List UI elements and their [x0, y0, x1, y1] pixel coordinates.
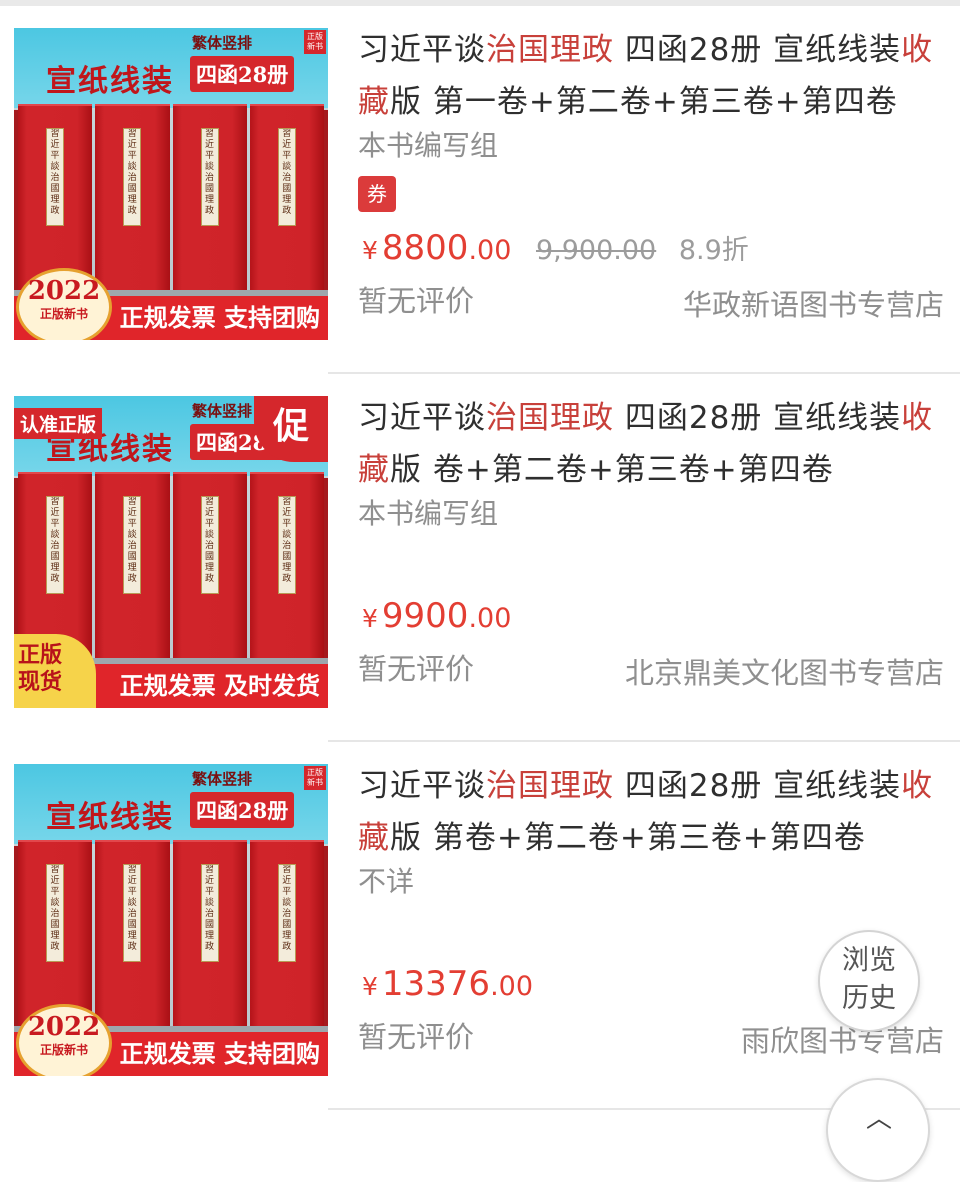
year-subtext: 正版新书 — [39, 1043, 88, 1057]
product-info: 习近平谈治国理政 四函28册 宣纸线装收藏版 卷+第二卷+第三卷+第四卷 本书编… — [358, 392, 948, 690]
image-subhead: 繁体竖排 — [192, 770, 253, 788]
product-image[interactable]: 繁体竖排 宣纸线装 四函28册 正版新书 習近平談治國理政 習近平談治國理政 習… — [14, 28, 328, 340]
title-text: 习近平谈 — [358, 32, 486, 68]
title-text: 版 第卷+第二卷+第三卷+第四卷 — [390, 820, 866, 856]
product-info: 习近平谈治国理政 四函28册 宣纸线装收藏版 第卷+第二卷+第三卷+第四卷 不详… — [358, 760, 948, 1058]
book-box: 習近平談治國理政 — [95, 840, 170, 1026]
product-info: 习近平谈治国理政 四函28册 宣纸线装收藏版 第一卷+第二卷+第三卷+第四卷 本… — [358, 24, 948, 322]
year-text: 2022 — [27, 1012, 101, 1042]
year-badge: 2022 正版新书 — [16, 1004, 112, 1076]
product-card[interactable]: 繁体竖排 宣纸线装 四函28册 正版新书 習近平談治國理政 習近平談治國理政 習… — [0, 6, 960, 374]
image-title: 宣纸线装 — [46, 800, 174, 835]
price-integer: 8800 — [381, 228, 469, 268]
product-card[interactable]: 繁体竖排 宣纸线装 四函28册 认准正版 促 習近平談治國理政 習近平談治國理政… — [0, 374, 960, 742]
spine-label: 習近平談治國理政 — [123, 128, 142, 226]
book-boxes: 習近平談治國理政 習近平談治國理政 習近平談治國理政 習近平談治國理政 — [18, 840, 324, 1026]
spine-label: 習近平談治國理政 — [277, 496, 296, 594]
spine-label: 習近平談治國理政 — [123, 864, 142, 962]
book-box: 習近平談治國理政 — [172, 840, 247, 1026]
title-highlight: 治国理政 — [486, 768, 614, 804]
book-box: 習近平談治國理政 — [249, 104, 324, 290]
year-badge: 2022 正版新书 — [16, 268, 112, 340]
product-image[interactable]: 繁体竖排 宣纸线装 四函28册 正版新书 習近平談治國理政 習近平談治國理政 習… — [14, 764, 328, 1076]
book-box: 習近平談治國理政 — [18, 104, 93, 290]
product-title[interactable]: 习近平谈治国理政 四函28册 宣纸线装收藏版 第一卷+第二卷+第三卷+第四卷 — [358, 24, 948, 128]
price-line: ¥8800.00 9,900.00 8.9折 — [362, 228, 749, 268]
price-decimal: .00 — [468, 235, 512, 266]
review-status: 暂无评价 — [358, 652, 475, 686]
title-text: 版 卷+第二卷+第三卷+第四卷 — [390, 452, 834, 488]
year-text: 2022 — [27, 276, 101, 306]
currency-symbol: ¥ — [362, 236, 378, 265]
book-box: 習近平談治國理政 — [249, 472, 324, 658]
currency-symbol: ¥ — [362, 972, 378, 1001]
coupon-badge: 券 — [358, 176, 396, 212]
book-box: 習近平談治國理政 — [172, 472, 247, 658]
spine-label: 習近平談治國理政 — [123, 496, 142, 594]
review-status: 暂无评价 — [358, 1020, 475, 1054]
image-title: 宣纸线装 — [46, 64, 174, 99]
price-integer: 9900 — [381, 596, 469, 636]
spine-label: 習近平談治國理政 — [46, 496, 64, 594]
price-integer: 13376 — [381, 964, 491, 1004]
image-corner-tag: 正版新书 — [304, 30, 326, 54]
product-title[interactable]: 习近平谈治国理政 四函28册 宣纸线装收藏版 第卷+第二卷+第三卷+第四卷 — [358, 760, 948, 864]
product-author: 本书编写组 — [358, 497, 499, 530]
spine-label: 習近平談治國理政 — [46, 128, 64, 226]
image-subhead: 繁体竖排 — [192, 402, 253, 420]
title-text: 四函28册 宣纸线装 — [614, 400, 902, 436]
shop-name[interactable]: 华政新语图书专营店 — [683, 282, 944, 324]
image-corner-tag: 正版新书 — [304, 766, 326, 790]
title-highlight: 治国理政 — [486, 32, 614, 68]
spine-label: 習近平談治國理政 — [277, 864, 296, 962]
image-subhead: 繁体竖排 — [192, 34, 253, 52]
book-boxes: 習近平談治國理政 習近平談治國理政 習近平談治國理政 習近平談治國理政 — [18, 104, 324, 290]
spine-label: 習近平談治國理政 — [200, 128, 219, 226]
book-boxes: 習近平談治國理政 習近平談治國理政 習近平談治國理政 習近平談治國理政 — [18, 472, 324, 658]
book-box: 習近平談治國理政 — [172, 104, 247, 290]
title-text: 版 第一卷+第二卷+第三卷+第四卷 — [390, 84, 898, 120]
spine-label: 習近平談治國理政 — [200, 496, 219, 594]
price-decimal: .00 — [490, 971, 534, 1002]
product-card[interactable]: 繁体竖排 宣纸线装 四函28册 正版新书 習近平談治國理政 習近平談治國理政 習… — [0, 742, 960, 1110]
book-box: 習近平談治國理政 — [249, 840, 324, 1026]
arrow-up-icon: ︿ — [866, 1104, 893, 1134]
browse-history-button[interactable]: 浏览 历史 — [818, 930, 920, 1032]
product-author: 不详 — [358, 865, 415, 898]
title-highlight: 治国理政 — [486, 400, 614, 436]
title-text: 四函28册 宣纸线装 — [614, 32, 902, 68]
currency-symbol: ¥ — [362, 604, 378, 633]
year-subtext: 正版新书 — [39, 307, 88, 321]
title-text: 四函28册 宣纸线装 — [614, 768, 902, 804]
back-to-top-button[interactable]: ︿ — [826, 1078, 930, 1182]
original-price: 9,900.00 — [535, 235, 657, 266]
book-box: 習近平談治國理政 — [95, 104, 170, 290]
price-decimal: .00 — [468, 603, 512, 634]
product-title[interactable]: 习近平谈治国理政 四函28册 宣纸线装收藏版 卷+第二卷+第三卷+第四卷 — [358, 392, 948, 496]
book-box: 習近平談治國理政 — [95, 472, 170, 658]
image-badge: 四函28册 — [190, 792, 295, 828]
image-badge: 四函28册 — [190, 56, 295, 92]
price-line: ¥9900.00 — [362, 596, 511, 636]
book-box: 習近平談治國理政 — [18, 840, 93, 1026]
spine-label: 習近平談治國理政 — [200, 864, 219, 962]
price-line: ¥13376.00 — [362, 964, 533, 1004]
book-box: 習近平談治國理政 — [18, 472, 93, 658]
spine-label: 習近平談治國理政 — [277, 128, 296, 226]
shop-name[interactable]: 北京鼎美文化图书专营店 — [625, 650, 944, 692]
in-stock-badge: 正版 现货 — [14, 634, 96, 708]
review-status: 暂无评价 — [358, 284, 475, 318]
authentic-tag: 认准正版 — [14, 408, 103, 439]
title-text: 习近平谈 — [358, 400, 486, 436]
product-image[interactable]: 繁体竖排 宣纸线装 四函28册 认准正版 促 習近平談治國理政 習近平談治國理政… — [14, 396, 328, 708]
discount-label: 8.9折 — [678, 235, 749, 266]
spine-label: 習近平談治國理政 — [46, 864, 64, 962]
product-author: 本书编写组 — [358, 129, 499, 162]
title-text: 习近平谈 — [358, 768, 486, 804]
